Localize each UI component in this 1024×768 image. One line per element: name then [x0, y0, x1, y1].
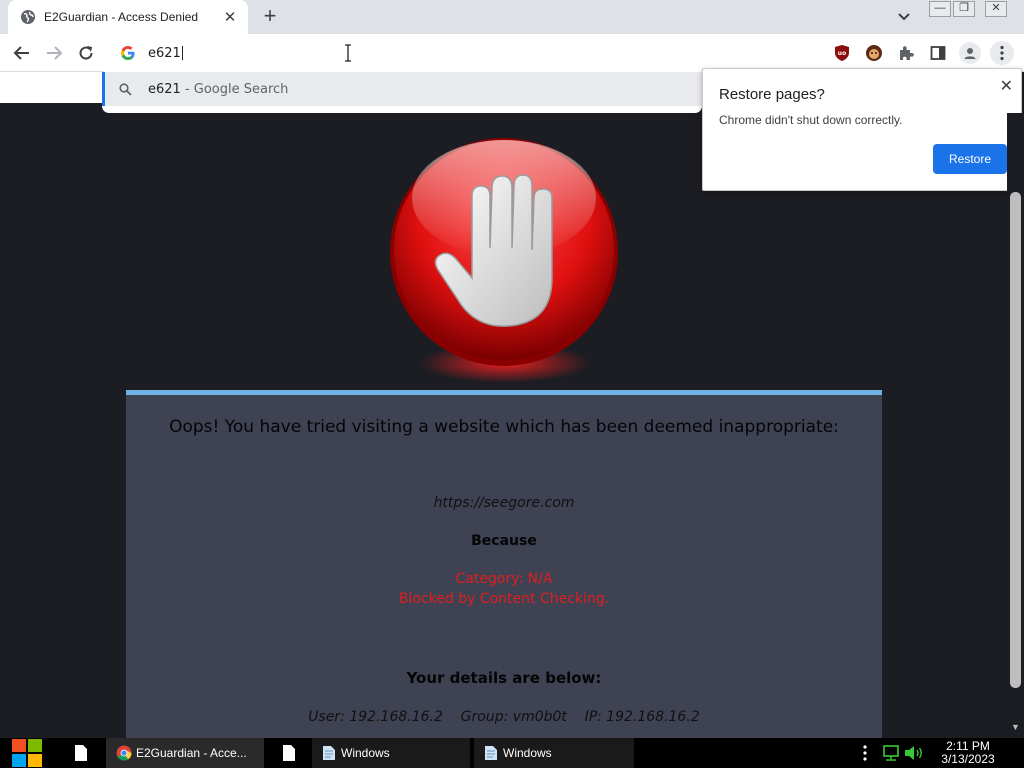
taskbar-item-label: E2Guardian - Acce... — [136, 746, 247, 760]
taskbar-item-chrome[interactable]: E2Guardian - Acce... — [106, 738, 264, 768]
blocked-url: https://seegore.com — [433, 495, 575, 511]
profile-button[interactable] — [959, 42, 981, 64]
because-label: Because — [471, 533, 537, 549]
browser-toolbar: e621 uo — [0, 34, 1024, 72]
block-reason: Blocked by Content Checking. — [398, 591, 610, 607]
clock-date: 3/13/2023 — [941, 752, 995, 766]
side-panel-icon — [930, 46, 946, 60]
document-icon[interactable] — [282, 744, 296, 762]
chrome-menu-button[interactable] — [990, 41, 1014, 65]
volume-icon[interactable] — [904, 745, 924, 761]
suggestion-text: e621 - Google Search — [148, 81, 289, 97]
tab-strip: E2Guardian - Access Denied ✕ + — ❐ ✕ — [0, 0, 1024, 34]
tab-close-icon[interactable]: ✕ — [222, 8, 238, 26]
side-panel-button[interactable] — [928, 43, 948, 63]
details-heading: Your details are below: — [406, 669, 602, 687]
kebab-menu-icon — [1000, 45, 1004, 61]
taskbar-item-windows-2[interactable]: Windows — [474, 738, 634, 768]
puzzle-piece-icon — [900, 46, 914, 60]
avatar-extension-button[interactable] — [864, 43, 884, 63]
block-category: Category: N/A — [455, 571, 553, 587]
i-beam-cursor-icon — [345, 44, 351, 62]
tab-e2guardian[interactable]: E2Guardian - Access Denied ✕ — [8, 0, 248, 34]
restore-button[interactable]: Restore — [933, 144, 1007, 174]
windows-logo-icon — [12, 739, 42, 767]
taskbar-item-label: Windows — [503, 746, 552, 760]
bubble-close-icon[interactable]: ✕ — [1000, 76, 1013, 96]
bubble-message: Chrome didn't shut down correctly. — [719, 113, 903, 127]
bubble-title: Restore pages? — [719, 86, 825, 103]
suggestion-dropdown-footer — [102, 106, 702, 113]
minimize-button[interactable]: — — [929, 1, 951, 17]
search-icon — [119, 82, 132, 96]
ublock-shield-icon: uo — [835, 45, 849, 61]
tab-title: E2Guardian - Access Denied — [44, 10, 199, 24]
restore-pages-bubble: Restore pages? Chrome didn't shut down c… — [702, 68, 1022, 191]
taskbar-item-windows-1[interactable]: Windows — [312, 738, 470, 768]
access-denied-panel: Oops! You have tried visiting a website … — [126, 390, 882, 740]
back-button[interactable] — [10, 41, 34, 65]
reload-icon — [79, 46, 93, 60]
stop-hand-icon — [390, 138, 618, 383]
restore-window-button[interactable]: ❐ — [953, 1, 975, 17]
network-icon[interactable] — [882, 745, 900, 761]
reload-button[interactable] — [74, 41, 98, 65]
forward-arrow-icon — [47, 46, 63, 60]
scroll-down-arrow-icon[interactable]: ▼ — [1009, 722, 1022, 734]
address-bar[interactable]: e621 — [104, 34, 826, 72]
close-window-button[interactable]: ✕ — [985, 1, 1007, 17]
notepad-icon — [323, 746, 335, 760]
tray-overflow-icon[interactable] — [862, 744, 868, 762]
extensions-button[interactable] — [896, 43, 916, 63]
new-tab-button[interactable]: + — [258, 5, 282, 29]
tab-search-chevron-icon[interactable] — [894, 6, 914, 26]
svg-text:uo: uo — [838, 50, 846, 57]
profile-person-icon — [964, 48, 976, 59]
taskbar-item-label: Windows — [341, 746, 390, 760]
taskbar-clock[interactable]: 2:11 PM 3/13/2023 — [936, 740, 1000, 766]
document-icon[interactable] — [74, 744, 88, 762]
globe-icon — [21, 10, 35, 24]
forward-button[interactable] — [42, 41, 66, 65]
scrollbar-thumb[interactable] — [1010, 192, 1021, 688]
notepad-icon — [485, 746, 497, 760]
chrome-logo-icon — [116, 745, 132, 761]
google-g-icon — [121, 46, 135, 60]
back-arrow-icon — [13, 46, 29, 60]
denied-headline: Oops! You have tried visiting a website … — [169, 417, 839, 437]
omnibox-suggestion[interactable]: e621 - Google Search — [102, 72, 702, 106]
ublock-extension-button[interactable]: uo — [832, 43, 852, 63]
face-avatar-icon — [866, 45, 882, 61]
user-details: User: 192.168.16.2 Group: vm0b0t IP: 192… — [308, 709, 700, 725]
text-caret — [181, 46, 183, 60]
content-top-strip — [0, 72, 102, 103]
start-button[interactable] — [10, 738, 44, 768]
address-bar-text: e621 — [148, 45, 183, 61]
